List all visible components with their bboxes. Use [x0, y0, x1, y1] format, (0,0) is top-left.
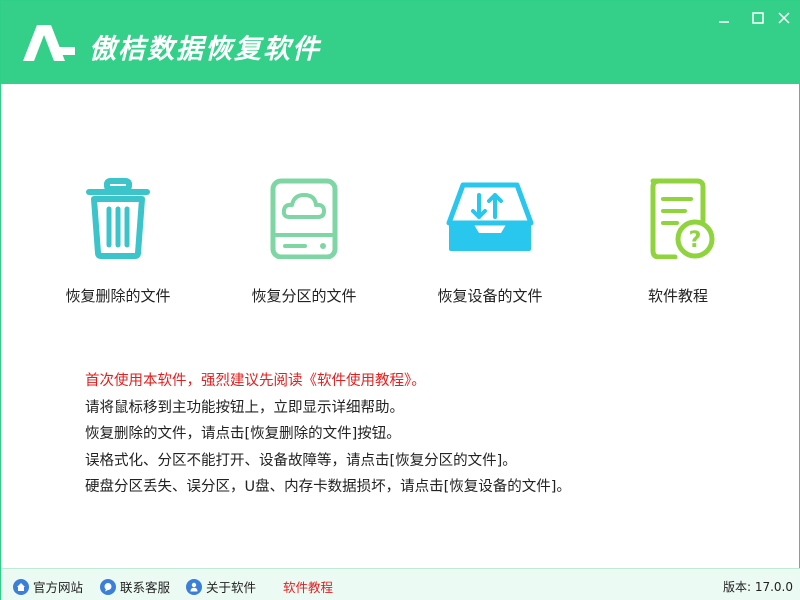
official-website-label: 官方网站 [33, 580, 84, 595]
cloud-disk-icon [270, 178, 338, 259]
card-label: 恢复删除的文件 [65, 287, 171, 305]
close-icon [778, 12, 790, 24]
status-bar: 官方网站 联系客服 关于软件 软件教程 版本: 17.0.0 [1, 568, 800, 600]
app-title: 傲桔数据恢复软件 [89, 34, 321, 65]
card-label: 恢复分区的文件 [251, 287, 357, 305]
app-window: 傲桔数据恢复软件 恢复删除的文件 恢复分区的文件 恢复设备的文件 ? 软件教程 … [0, 0, 800, 600]
card-label: 恢复设备的文件 [437, 287, 543, 305]
trash-can-icon [86, 178, 150, 259]
contact-support-label: 联系客服 [120, 580, 171, 595]
svg-text:?: ? [689, 228, 702, 253]
minimize-button[interactable] [713, 7, 735, 29]
app-logo-icon [23, 25, 75, 61]
recover-deleted-files-button[interactable]: 恢复删除的文件 [29, 147, 207, 327]
recover-device-files-button[interactable]: 恢复设备的文件 [401, 147, 579, 327]
help-line: 恢复删除的文件，请点击[恢复删除的文件]按钮。 [85, 426, 401, 442]
home-icon [13, 578, 29, 595]
help-line: 硬盘分区丢失、误分区，U盘、内存卡数据损坏，请点击[恢复设备的文件]。 [85, 479, 571, 495]
document-help-icon: ? [650, 178, 715, 259]
person-icon [186, 578, 202, 595]
inbox-transfer-icon [446, 182, 534, 251]
minimize-icon [719, 21, 729, 23]
software-tutorial-button[interactable]: ? 软件教程 [589, 147, 767, 327]
help-warning: 首次使用本软件，强烈建议先阅读《软件使用教程》。 [85, 373, 426, 389]
help-line: 请将鼠标移到主功能按钮上，立即显示详细帮助。 [85, 399, 404, 416]
chat-icon [100, 578, 116, 595]
tutorial-link[interactable]: 软件教程 [283, 577, 333, 596]
card-label: 软件教程 [647, 287, 708, 305]
maximize-button[interactable] [747, 7, 769, 29]
official-website-link[interactable]: 官方网站 [13, 577, 83, 596]
maximize-icon [752, 12, 764, 24]
contact-support-link[interactable]: 联系客服 [100, 577, 170, 596]
help-text: 首次使用本软件，强烈建议先阅读《软件使用教程》。 请将鼠标移到主功能按钮上，立即… [85, 368, 571, 501]
help-line: 误格式化、分区不能打开、设备故障等，请点击[恢复分区的文件]。 [85, 452, 517, 469]
title-bar: 傲桔数据恢复软件 [1, 1, 800, 84]
recover-partition-files-button[interactable]: 恢复分区的文件 [215, 147, 393, 327]
about-software-label: 关于软件 [206, 580, 257, 595]
about-software-link[interactable]: 关于软件 [186, 577, 256, 596]
version-label: 版本: 17.0.0 [722, 580, 793, 594]
close-button[interactable] [773, 7, 795, 29]
